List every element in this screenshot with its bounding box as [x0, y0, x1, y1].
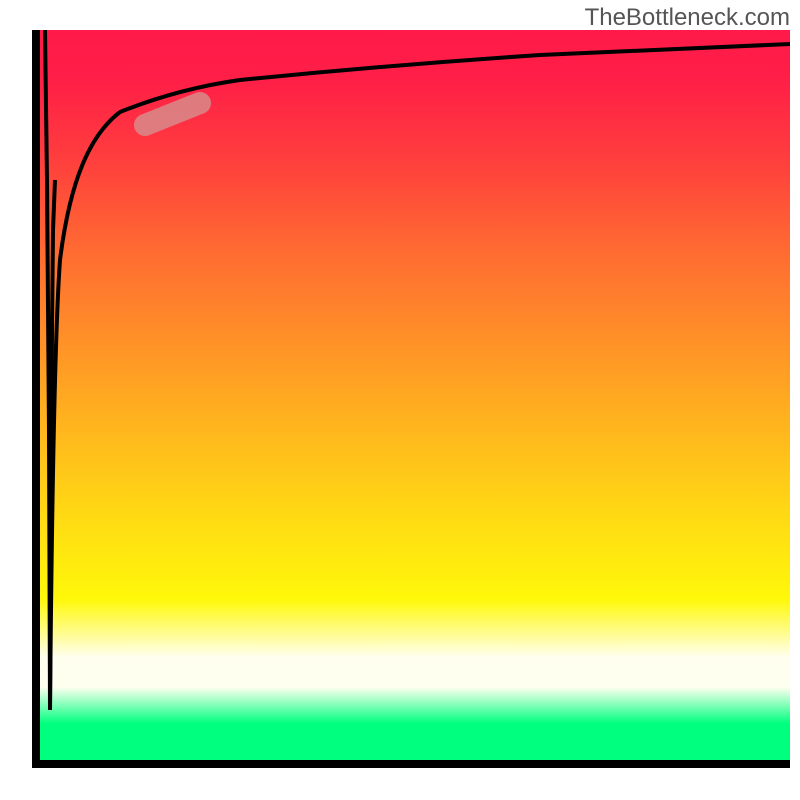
- chart-gradient-background: [40, 30, 790, 760]
- y-axis: [32, 30, 40, 768]
- x-axis: [40, 760, 790, 768]
- attribution-text: TheBottleneck.com: [585, 4, 790, 32]
